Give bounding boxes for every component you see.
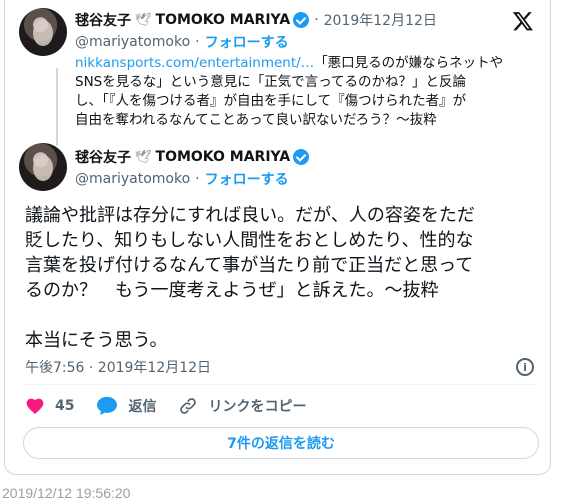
separator-dot: · <box>195 171 200 187</box>
tweet-text-line: 本当にそう思う。 <box>25 330 168 351</box>
speech-bubble-icon <box>97 396 118 416</box>
author-row: 毬谷友子 🕊 TOMOKO MARIYA <box>75 147 310 167</box>
tweet-text-line: SNSを見るな」という意見に「正気で言ってるのかね？」と反論 <box>75 74 467 90</box>
x-logo-icon[interactable] <box>512 10 534 32</box>
tweet-meta: 午後7:56 · 2019年12月12日 i <box>25 357 534 377</box>
copy-link-label: リンクをコピー <box>208 399 307 415</box>
follow-button[interactable]: フォローする <box>205 32 289 52</box>
verified-badge-icon <box>293 149 310 165</box>
author-handle[interactable]: @mariyatomoko <box>75 171 190 187</box>
read-replies-button[interactable]: 7件の返信を読む <box>23 427 539 459</box>
info-icon[interactable]: i <box>516 358 534 376</box>
author-name-en[interactable]: TOMOKO MARIYA <box>156 149 291 165</box>
divider <box>25 384 534 385</box>
tweet-text-line: 議論や批評は存分にすれば良い。だが、人の容姿をただ <box>25 205 475 226</box>
separator-dot: · <box>314 12 319 28</box>
like-count: 45 <box>55 398 75 414</box>
author-handle[interactable]: @mariyatomoko <box>75 34 190 50</box>
tweet-text-blank <box>25 303 535 328</box>
avatar[interactable] <box>19 8 67 56</box>
action-bar: 45 返信 リンクをコピー <box>25 396 328 416</box>
reply-label: 返信 <box>128 399 157 415</box>
tweet-text-line: 貶したり、知りもしない人間性をおとしめたり、性的な <box>25 230 474 251</box>
author-name-en[interactable]: TOMOKO MARIYA <box>156 12 291 28</box>
avatar[interactable] <box>19 143 67 191</box>
handle-row: @mariyatomoko · フォローする <box>75 32 289 52</box>
follow-button[interactable]: フォローする <box>205 169 289 189</box>
article-link[interactable]: nikkansports.com/entertainment/… <box>75 55 314 71</box>
dove-icon: 🕊 <box>135 149 152 165</box>
thread-line <box>56 68 58 146</box>
author-name[interactable]: 毬谷友子 <box>75 147 131 167</box>
heart-icon <box>26 398 44 414</box>
main-tweet-text: 議論や批評は存分にすれば良い。だが、人の容姿をただ 貶したり、知りもしない人間性… <box>25 203 535 353</box>
tweet-text-line: 「悪口見るのが嫌ならネットや <box>314 55 504 71</box>
link-icon <box>180 398 197 414</box>
reply-button[interactable]: 返信 <box>96 396 156 416</box>
parent-tweet-text: nikkansports.com/entertainment/…「悪口見るのが嫌… <box>75 54 531 130</box>
copy-link-button[interactable]: リンクをコピー <box>178 396 306 416</box>
tweet-text-line: し、「『人を傷つける者』が自由を手にして『傷つけられた者』が <box>75 93 467 109</box>
embedded-tweet-card: 毬谷友子 🕊 TOMOKO MARIYA · 2019年12月12日 @mari… <box>4 0 551 475</box>
tweet-date[interactable]: 2019年12月12日 <box>324 10 437 30</box>
author-row: 毬谷友子 🕊 TOMOKO MARIYA · 2019年12月12日 <box>75 10 437 30</box>
handle-row: @mariyatomoko · フォローする <box>75 169 289 189</box>
capture-timestamp: 2019/12/12 19:56:20 <box>2 485 131 501</box>
author-name[interactable]: 毬谷友子 <box>75 10 131 30</box>
separator-dot: · <box>195 34 200 50</box>
verified-badge-icon <box>293 12 310 28</box>
tweet-timestamp[interactable]: 午後7:56 · 2019年12月12日 <box>25 357 211 377</box>
like-button[interactable]: 45 <box>25 396 74 416</box>
tweet-text-line: るのか？ もう一度考えようぜ」と訴えた。～抜粋 <box>25 280 439 301</box>
tweet-text-line: 自由を奪われるなんてことあって良い訳ないだろう？～抜粋 <box>75 112 437 128</box>
tweet-text-line: 言葉を投げ付けるなんて事が当たり前で正当だと思って <box>25 255 474 276</box>
dove-icon: 🕊 <box>135 12 152 28</box>
